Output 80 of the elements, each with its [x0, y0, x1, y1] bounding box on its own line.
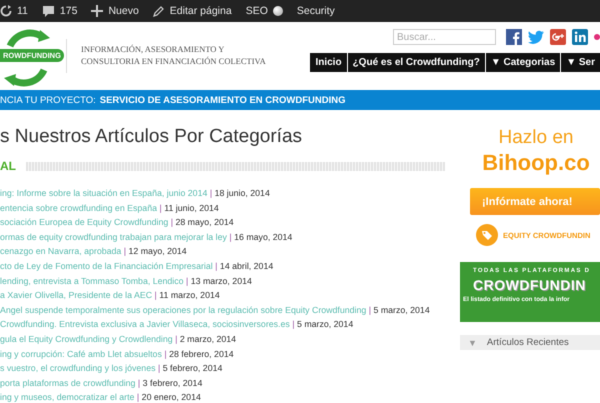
facebook-icon — [506, 29, 522, 45]
separator: | — [175, 334, 178, 344]
article-date: 3 febrero, 2014 — [142, 378, 202, 388]
site-tagline: CONSULTORIA EN FINANCIACIÓN COLECTIVA — [81, 55, 266, 67]
refresh-icon — [0, 5, 12, 17]
article-date: 20 enero, 2014 — [142, 392, 201, 402]
article-date: 28 mayo, 2014 — [175, 217, 234, 228]
admin-bar-link[interactable]: SEO — [246, 5, 268, 17]
info-button[interactable]: ¡Infórmate ahora! — [470, 188, 600, 215]
separator: | — [215, 260, 218, 271]
article-date: 12 mayo, 2014 — [128, 246, 187, 256]
article-link[interactable]: Crowdfunding. Entrevista exclusiva a Javier Villaseca, sociosinversores.es — [0, 319, 290, 330]
article-link[interactable]: cenazgo en Navarra, aprobada — [0, 246, 122, 256]
separator: | — [158, 363, 160, 374]
separator: | — [229, 232, 232, 242]
admin-bar-link[interactable]: Nuevo — [108, 5, 139, 17]
page-title: s Nuestros Artículos Por Categorías — [0, 126, 304, 148]
site-tagline: INFORMACIÓN, ASESORAMIENTO Y — [81, 43, 226, 55]
widget-title: Artículos Recientes — [486, 337, 569, 348]
article-date: 11 junio, 2014 — [164, 202, 219, 213]
separator: | — [164, 348, 167, 359]
promo-link[interactable]: SERVICIO DE ASESORAMIENTO EN CROWDFUNDING — [100, 94, 346, 106]
promo-label: NCIA TU PROYECTO: — [0, 94, 96, 106]
article-date: 16 mayo, 2014 — [234, 232, 292, 242]
article-date: 28 febrero, 2014 — [169, 348, 234, 359]
article-date: 11 marzo, 2014 — [159, 290, 220, 300]
separator: | — [138, 378, 140, 388]
admin-bar-link[interactable]: 11 — [17, 5, 28, 17]
article-link[interactable]: entencia sobre crowdfunding en España — [0, 202, 157, 213]
ad-brand-logo[interactable]: Bihoop.co — [482, 148, 590, 178]
article-link[interactable]: lending, entrevista a Tommaso Tomba, Lendico — [0, 276, 184, 286]
separator: | — [368, 304, 372, 315]
article-link[interactable]: Angel suspende temporalmente sus operaciones por la regulación sobre Equity Crowdfunding — [0, 304, 366, 315]
separator: | — [292, 319, 295, 330]
article-link[interactable]: a Xavier Olivella, Presidente de la AEC — [0, 290, 152, 300]
admin-bar-link[interactable]: 175 — [60, 5, 78, 17]
nav-item[interactable]: ¿Qué es el Crowdfunding? — [348, 53, 485, 72]
category-heading: AL — [0, 159, 16, 173]
caret-icon: ▼ — [468, 338, 477, 348]
nav-item[interactable]: ▼ Categorias — [486, 53, 560, 72]
article-date: 2 marzo, 2014 — [180, 334, 236, 344]
status-dot-icon — [272, 6, 283, 16]
article-link[interactable]: gula el Equity Crowdfunding y Crowdlending — [0, 334, 173, 344]
tag-icon — [476, 224, 498, 246]
article-date: 13 marzo, 2014 — [190, 276, 252, 286]
article-link[interactable]: cto de Ley de Fomento de la Financiación Empresarial — [0, 260, 213, 271]
linkedin-icon — [572, 29, 588, 45]
admin-bar-link[interactable]: Editar página — [170, 5, 232, 17]
plus-icon — [91, 5, 104, 17]
search-field[interactable]: Buscar... — [393, 29, 496, 45]
widget-header[interactable]: ▼ Artículos Recientes — [460, 335, 600, 350]
social-dot-icon[interactable] — [594, 34, 600, 40]
article-date: 18 junio, 2014 — [214, 188, 270, 198]
article-link[interactable]: s vuestro, el crowdfunding y los jóvenes — [0, 363, 156, 374]
separator: | — [186, 276, 188, 286]
article-date: 5 febrero, 2014 — [162, 363, 222, 374]
article-date: 5 marzo, 2014 — [296, 319, 354, 330]
nav-item[interactable]: Inicio — [310, 53, 347, 72]
article-link[interactable]: ing y corrupción: Café amb Llet absueltos — [0, 348, 162, 359]
article-date: 5 marzo, 2014 — [373, 304, 430, 315]
article-link[interactable]: ing: Informe sobre la situación en España, junio 2014 — [0, 188, 208, 198]
admin-bar-link[interactable]: Security — [296, 5, 335, 17]
nav-item[interactable]: ▼ Ser — [561, 53, 600, 72]
article-date: 14 abril, 2014 — [220, 260, 274, 271]
comment-icon — [42, 5, 55, 17]
article-link[interactable]: ing y museos, democratizar el arte — [0, 392, 134, 402]
separator: | — [154, 290, 157, 300]
article-link[interactable]: ormas de equity crowdfunding trabajan para mejorar la ley — [0, 232, 227, 242]
separator: | — [159, 202, 162, 213]
article-link[interactable]: porta plataformas de crowdfunding — [0, 378, 136, 388]
separator: | — [210, 188, 212, 198]
banner-title: CROWDFUNDIN — [472, 277, 586, 293]
twitter-icon — [528, 29, 544, 45]
google-plus-icon — [550, 29, 566, 45]
ad-heading: Hazlo en — [498, 128, 574, 148]
separator: | — [124, 246, 126, 256]
pencil-icon — [152, 5, 165, 17]
article-link[interactable]: sociación Europea de Equity Crowdfunding — [0, 217, 168, 228]
separator: | — [136, 392, 140, 402]
separator: | — [170, 217, 173, 228]
